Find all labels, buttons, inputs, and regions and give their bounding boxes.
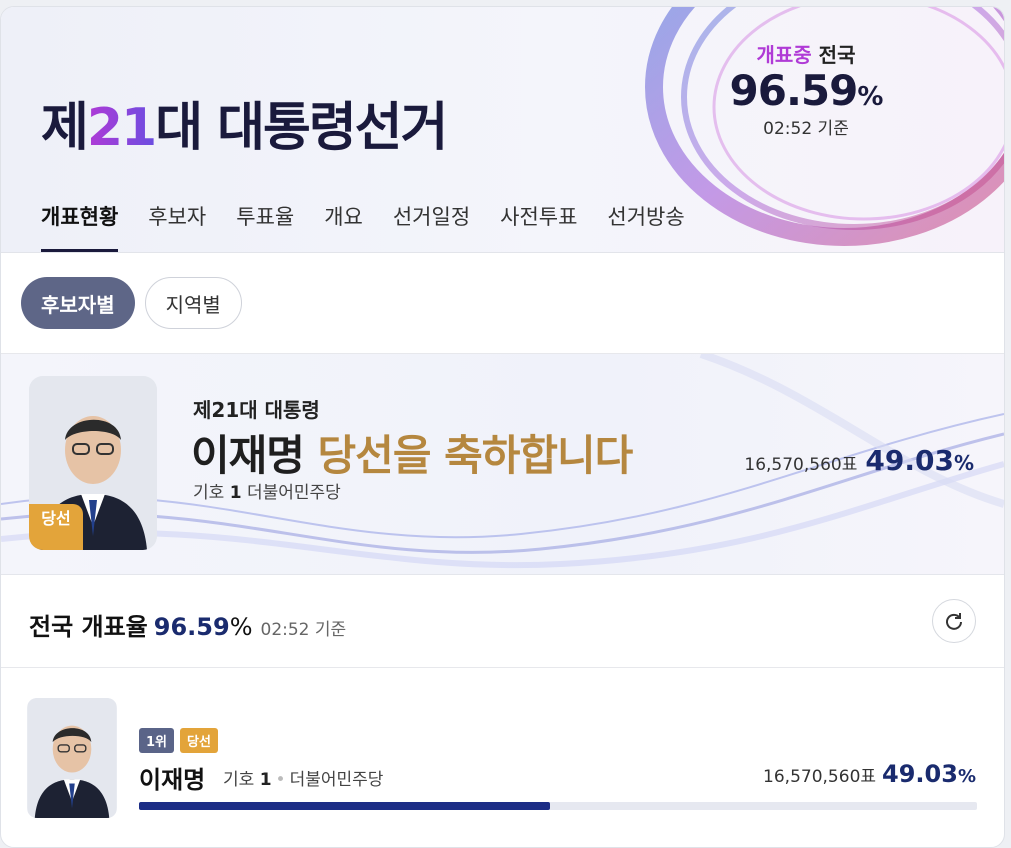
rank-badge: 1위 [139,728,175,753]
national-count-rate: 전국 개표율 96.59% 02:52 기준 [1,575,1004,668]
person-icon [27,698,117,818]
counting-status: 개표중 전국 96.59% 02:52 기준 [721,39,891,139]
view-filters: 후보자별 지역별 [1,253,1004,354]
tab-candidates[interactable]: 후보자 [148,201,206,252]
tab-schedule[interactable]: 선거일정 [393,201,470,252]
banner-headline: 이재명 당선을 축하합니다 [191,431,633,480]
winner-portrait: 당선 [29,376,157,550]
tab-broadcast[interactable]: 선거방송 [607,201,684,252]
main-tabs: 개표현황 후보자 투표율 개요 선거일정 사전투표 선거방송 [41,201,685,252]
tab-overview[interactable]: 개요 [324,201,363,252]
candidate-name: 이재명 [139,766,206,794]
winner-badge: 당선 [29,504,83,550]
banner-subtitle: 제21대 대통령 [193,398,320,422]
filter-by-candidate[interactable]: 후보자별 [21,277,135,329]
election-header: 제21대 대통령선거 개표중 전국 96.59% 02:52 기준 개표현황 후… [1,7,1004,253]
counting-time: 02:52 기준 [763,119,849,140]
page-title: 제21대 대통령선거 [41,98,448,158]
candidate-votes: 16,570,560표 49.03% [763,760,976,788]
tab-turnout[interactable]: 투표율 [236,201,294,252]
banner-meta: 기호 1 더불어민주당 [193,483,341,503]
tab-count-status[interactable]: 개표현황 [41,201,119,252]
tab-early-voting[interactable]: 사전투표 [500,201,577,252]
refresh-button[interactable] [932,599,976,643]
filter-by-region[interactable]: 지역별 [144,277,242,329]
winner-banner: 당선 제21대 대통령 이재명 당선을 축하합니다 기호 1 더불어민주당 16… [1,354,1004,575]
candidate-info: 기호 1 • 더불어민주당 [223,770,384,790]
candidate-portrait [27,698,117,818]
candidate-badges: 1위 당선 [139,728,218,753]
election-card: 제21대 대통령선거 개표중 전국 96.59% 02:52 기준 개표현황 후… [0,6,1005,848]
refresh-icon [946,613,962,630]
vote-share-bar [139,802,977,810]
vote-share-fill [139,802,550,810]
winner-badge: 당선 [180,728,218,753]
counting-percent: 96.59% [729,66,884,115]
banner-votes: 16,570,560표 49.03% [744,444,974,477]
candidate-row[interactable]: 1위 당선 이재명 기호 1 • 더불어민주당 16,570,560표 49.03% [1,668,1004,828]
scope-label: 전국 [818,43,856,67]
live-label: 개표중 [756,43,812,67]
